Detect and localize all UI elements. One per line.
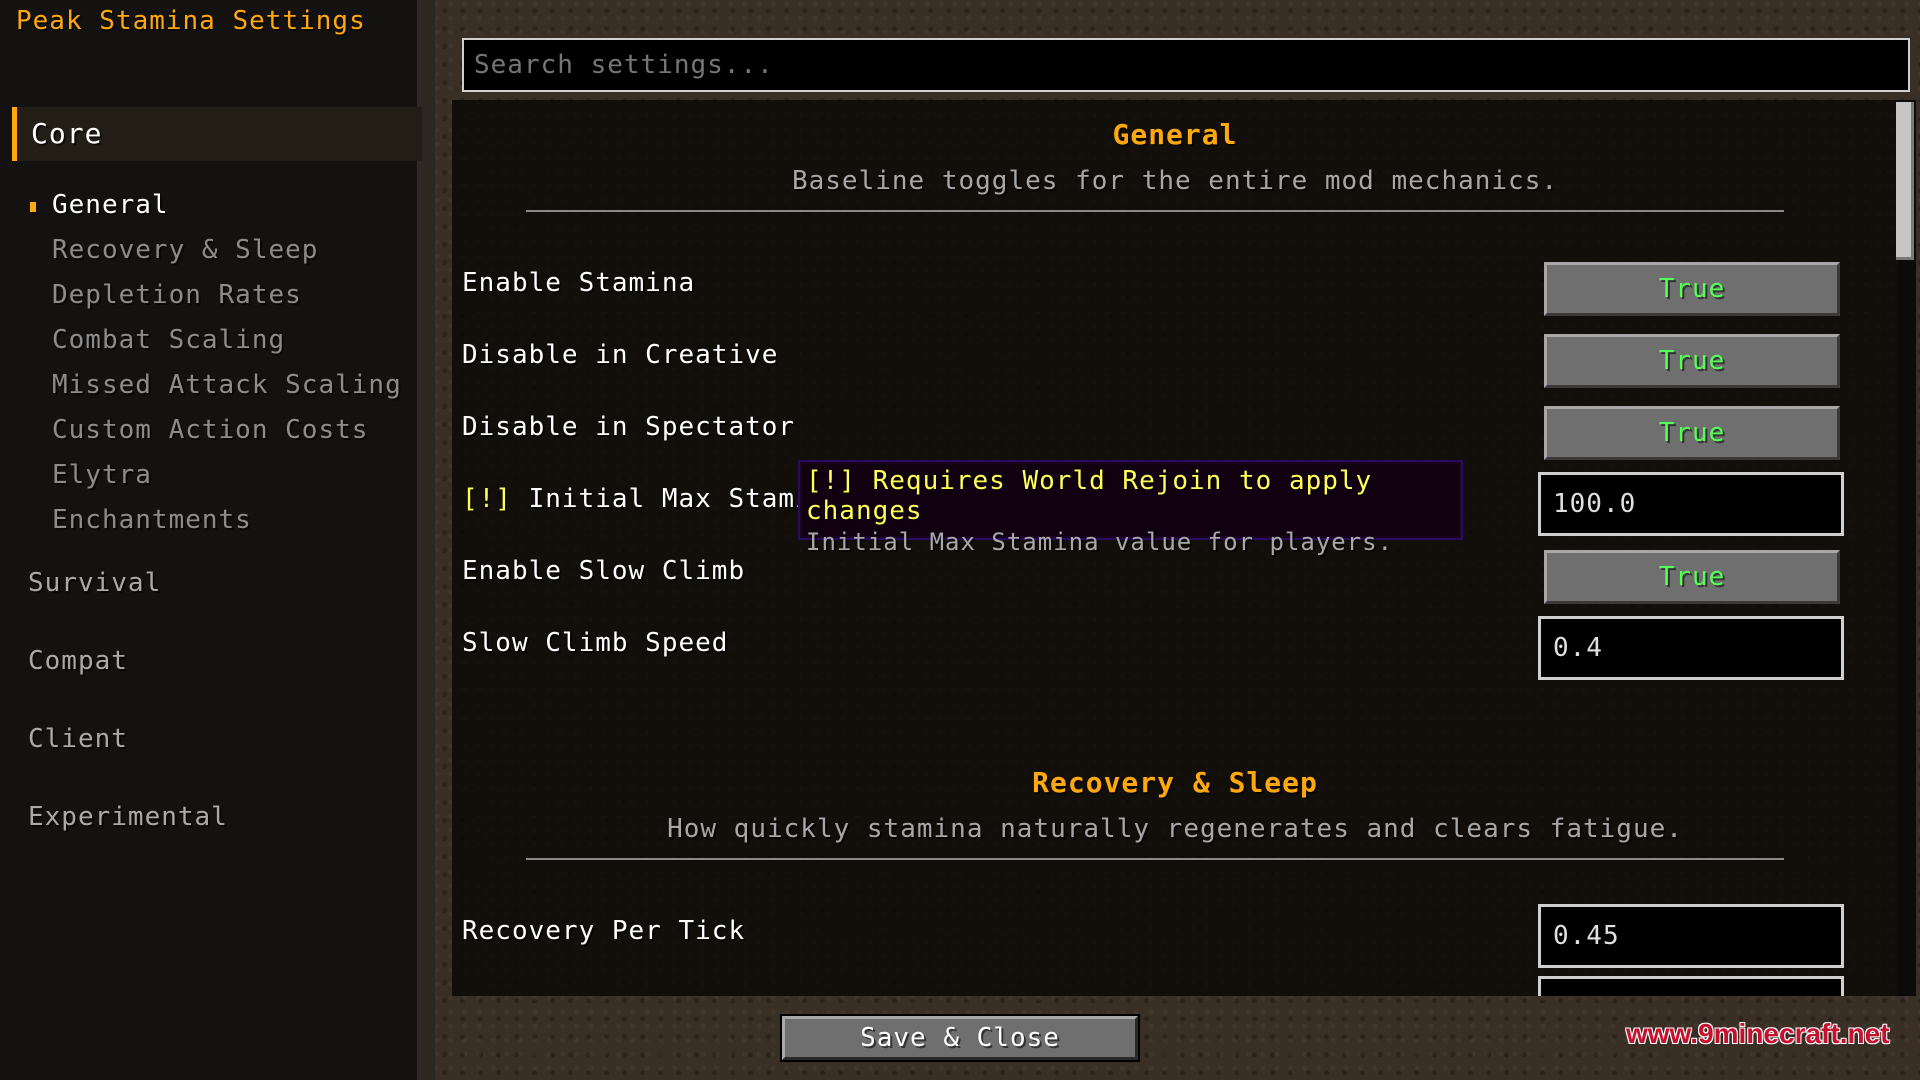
watermark: www.9minecraft.net [1626, 1018, 1890, 1049]
tooltip: [!] Requires World Rejoin to apply chang… [798, 460, 1463, 556]
sidebar-category-client[interactable]: Client [28, 724, 128, 754]
sidebar-category-core[interactable]: Core [12, 107, 422, 161]
sidebar: Peak Stamina Settings Core General Recov… [0, 0, 435, 1080]
section-description-general: Baseline toggles for the entire mod mech… [791, 166, 1559, 196]
field-recovery-per-tick[interactable] [1538, 904, 1844, 968]
setting-label-enable-stamina: Enable Stamina [462, 268, 696, 298]
section-description-recovery-sleep: How quickly stamina naturally regenerate… [667, 814, 1683, 844]
sidebar-category-label: Core [31, 117, 103, 150]
field-next-setting[interactable] [1538, 976, 1844, 996]
toggle-disable-in-creative[interactable]: True [1544, 334, 1840, 388]
sidebar-item-enchantments[interactable]: Enchantments [52, 505, 252, 535]
setting-label-disable-in-creative: Disable in Creative [462, 340, 779, 370]
sidebar-item-depletion-rates[interactable]: Depletion Rates [52, 280, 302, 310]
setting-label-enable-slow-climb: Enable Slow Climb [462, 556, 746, 586]
sidebar-item-recovery-sleep[interactable]: Recovery & Sleep [52, 235, 318, 265]
section-divider [526, 858, 1784, 860]
warning-marker: [!] [462, 484, 512, 514]
setting-label-initial-max-stamina: [!] Initial Max Stamina [462, 484, 845, 514]
active-item-marker [30, 202, 36, 212]
field-slow-climb-speed[interactable] [1538, 616, 1844, 680]
tooltip-warning-line: [!] Requires World Rejoin to apply chang… [806, 466, 1373, 526]
toggle-enable-stamina[interactable]: True [1544, 262, 1840, 316]
section-divider [526, 210, 1784, 212]
settings-panel: General Baseline toggles for the entire … [452, 100, 1898, 996]
sidebar-item-combat-scaling[interactable]: Combat Scaling [52, 325, 285, 355]
sidebar-item-custom-action-costs[interactable]: Custom Action Costs [52, 415, 368, 445]
toggle-disable-in-spectator[interactable]: True [1544, 406, 1840, 460]
scrollbar-thumb[interactable] [1896, 102, 1914, 260]
save-close-button[interactable]: Save & Close [780, 1014, 1140, 1062]
sidebar-category-experimental[interactable]: Experimental [28, 802, 228, 832]
sidebar-item-elytra[interactable]: Elytra [52, 460, 152, 490]
sidebar-item-missed-attack-scaling[interactable]: Missed Attack Scaling [52, 370, 402, 400]
tooltip-description-line: Initial Max Stamina value for players. [806, 528, 1394, 556]
section-title-general: General [1112, 118, 1238, 151]
section-title-recovery-sleep: Recovery & Sleep [1032, 766, 1318, 799]
setting-label-recovery-per-tick: Recovery Per Tick [462, 916, 746, 946]
sidebar-item-general[interactable]: General [52, 190, 169, 220]
sidebar-category-compat[interactable]: Compat [28, 646, 128, 676]
setting-label-slow-climb-speed: Slow Climb Speed [462, 628, 729, 658]
setting-label-disable-in-spectator: Disable in Spectator [462, 412, 796, 442]
search-input[interactable] [462, 38, 1910, 92]
app-title: Peak Stamina Settings [16, 6, 366, 36]
field-initial-max-stamina[interactable] [1538, 472, 1844, 536]
toggle-enable-slow-climb[interactable]: True [1544, 550, 1840, 604]
sidebar-category-survival[interactable]: Survival [28, 568, 161, 598]
